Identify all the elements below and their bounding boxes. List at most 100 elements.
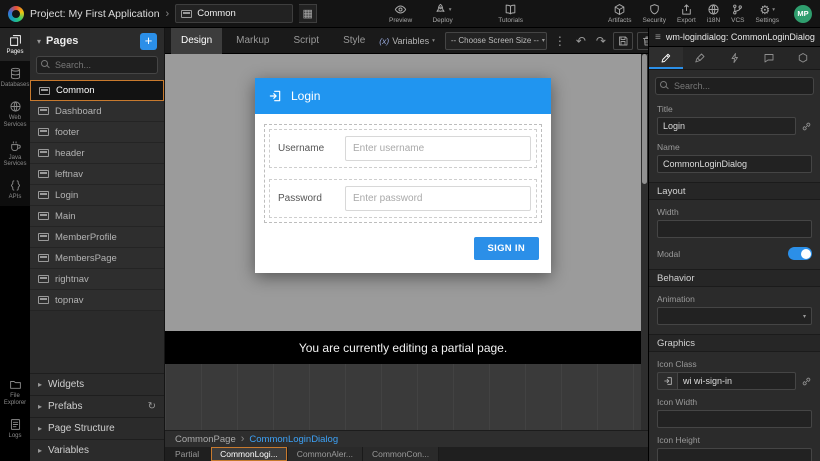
- undo-icon[interactable]: ↶: [573, 32, 589, 50]
- chevron-right-icon: ›: [166, 8, 170, 20]
- screen-size-select[interactable]: -- Choose Screen Size -- ▾: [445, 32, 547, 50]
- search-icon: [41, 60, 48, 67]
- page-selector-dropdown[interactable]: Common: [175, 4, 293, 23]
- section-variables[interactable]: ▸ Variables: [30, 439, 164, 461]
- redo-icon[interactable]: ↷: [593, 32, 609, 50]
- export-arrow-icon: [680, 3, 693, 16]
- user-avatar[interactable]: MP: [794, 5, 812, 23]
- page-list-item[interactable]: footer: [30, 122, 164, 143]
- username-field-row[interactable]: Username: [269, 129, 537, 168]
- deploy-label: Deploy: [432, 17, 452, 24]
- page-list-item[interactable]: Dashboard: [30, 101, 164, 122]
- rail-item-apis[interactable]: APIs: [0, 173, 30, 206]
- bind-link-icon[interactable]: [801, 121, 812, 132]
- page-list-item[interactable]: Main: [30, 206, 164, 227]
- breadcrumb-commonpage[interactable]: CommonPage: [175, 434, 236, 445]
- animation-select[interactable]: ▾: [657, 307, 812, 325]
- page-list-item[interactable]: header: [30, 143, 164, 164]
- partial-page-area[interactable]: Login Username Password: [165, 54, 641, 331]
- page-item-label: Main: [55, 211, 76, 222]
- login-dialog-widget[interactable]: Login Username Password: [255, 78, 551, 273]
- caret-down-icon[interactable]: ▾: [37, 37, 41, 46]
- form-widget-outline[interactable]: Username Password: [264, 124, 542, 223]
- tab-events[interactable]: [717, 47, 751, 69]
- vcs-button[interactable]: VCS: [731, 3, 744, 24]
- page-item-label: MembersPage: [55, 253, 117, 264]
- breadcrumb-commonlogindialog[interactable]: CommonLoginDialog: [249, 434, 338, 445]
- rail-item-web-services[interactable]: Web Services: [0, 94, 30, 134]
- save-button[interactable]: [613, 32, 633, 50]
- sidebar-search-input[interactable]: [36, 56, 158, 74]
- tab-style[interactable]: Style: [333, 28, 375, 54]
- rail-item-logs[interactable]: Logs: [0, 412, 30, 445]
- tab-script[interactable]: Script: [284, 28, 330, 54]
- security-button[interactable]: Security: [642, 3, 665, 24]
- add-page-button[interactable]: +: [140, 33, 157, 50]
- canvas-scrollbar[interactable]: [641, 54, 648, 430]
- page-list-item[interactable]: rightnav: [30, 269, 164, 290]
- tab-markup[interactable]: Markup: [226, 28, 279, 54]
- app-logo-icon[interactable]: [8, 6, 24, 22]
- footer-tab-commonlogindialog[interactable]: CommonLogi...: [211, 447, 288, 461]
- rail-item-databases[interactable]: Databases: [0, 61, 30, 94]
- page-item-label: leftnav: [55, 169, 83, 180]
- icon-height-input[interactable]: [657, 448, 812, 461]
- design-canvas[interactable]: Login Username Password: [165, 54, 648, 430]
- properties-search-input[interactable]: [655, 77, 814, 95]
- canvas-background: [165, 364, 641, 430]
- layout-section-header[interactable]: Layout: [649, 182, 820, 200]
- name-field-input[interactable]: [657, 155, 812, 173]
- menu-icon[interactable]: ≡: [655, 32, 661, 43]
- settings-button[interactable]: ⚙ ▾ Settings: [756, 4, 780, 24]
- variables-button[interactable]: (x) Variables ▾: [379, 36, 435, 46]
- password-input[interactable]: [345, 186, 531, 211]
- save-icon: [617, 35, 629, 47]
- password-field-row[interactable]: Password: [269, 179, 537, 218]
- bind-link-icon[interactable]: [801, 376, 812, 387]
- tab-security[interactable]: [786, 47, 820, 69]
- title-field-input[interactable]: [657, 117, 796, 135]
- page-icon: [38, 212, 49, 220]
- section-page-structure[interactable]: ▸ Page Structure: [30, 417, 164, 439]
- tab-comments[interactable]: [752, 47, 786, 69]
- graphics-section-header[interactable]: Graphics: [649, 334, 820, 352]
- footer-tab-commonalertdialog[interactable]: CommonAler...: [288, 447, 363, 461]
- page-list-item[interactable]: MemberProfile: [30, 227, 164, 248]
- i18n-button[interactable]: i18N: [707, 3, 720, 24]
- caret-right-icon: ▸: [38, 380, 42, 389]
- preview-button[interactable]: Preview: [383, 3, 419, 24]
- scrollbar-thumb[interactable]: [642, 54, 647, 184]
- dialog-header[interactable]: Login: [255, 78, 551, 114]
- tutorials-button[interactable]: Tutorials: [493, 3, 529, 24]
- icon-width-input[interactable]: [657, 410, 812, 428]
- tab-properties[interactable]: [649, 47, 683, 69]
- section-prefabs[interactable]: ▸ Prefabs ↻: [30, 395, 164, 417]
- page-list-item[interactable]: Login: [30, 185, 164, 206]
- tab-design[interactable]: Design: [171, 28, 222, 54]
- grid-view-icon[interactable]: ▦: [299, 4, 317, 23]
- rail-item-file-explorer[interactable]: File Explorer: [0, 372, 30, 412]
- rail-item-pages[interactable]: Pages: [0, 28, 30, 61]
- modal-field-label: Modal: [657, 249, 680, 259]
- rail-item-java-services[interactable]: Java Services: [0, 134, 30, 174]
- page-list-item-common[interactable]: Common: [30, 80, 164, 101]
- section-widgets[interactable]: ▸ Widgets: [30, 373, 164, 395]
- footer-tab-commonconfirmdialog[interactable]: CommonCon...: [363, 447, 439, 461]
- artifacts-button[interactable]: Artifacts: [608, 3, 631, 24]
- page-list-item[interactable]: topnav: [30, 290, 164, 311]
- page-list-item[interactable]: MembersPage: [30, 248, 164, 269]
- deploy-button[interactable]: ▾ Deploy: [425, 3, 461, 24]
- username-input[interactable]: [345, 136, 531, 161]
- refresh-icon[interactable]: ↻: [148, 401, 156, 412]
- tab-styles[interactable]: [683, 47, 717, 69]
- sign-in-button[interactable]: SIGN IN: [474, 237, 539, 260]
- more-options-icon[interactable]: ⋮: [551, 32, 569, 50]
- caret-down-icon: ▾: [449, 7, 452, 13]
- width-field-input[interactable]: [657, 220, 812, 238]
- icon-class-input[interactable]: [677, 372, 796, 390]
- export-button[interactable]: Export: [677, 3, 696, 24]
- page-list-item[interactable]: leftnav: [30, 164, 164, 185]
- modal-toggle[interactable]: [788, 247, 812, 260]
- behavior-section-header[interactable]: Behavior: [649, 269, 820, 287]
- pencil-icon: [660, 52, 672, 64]
